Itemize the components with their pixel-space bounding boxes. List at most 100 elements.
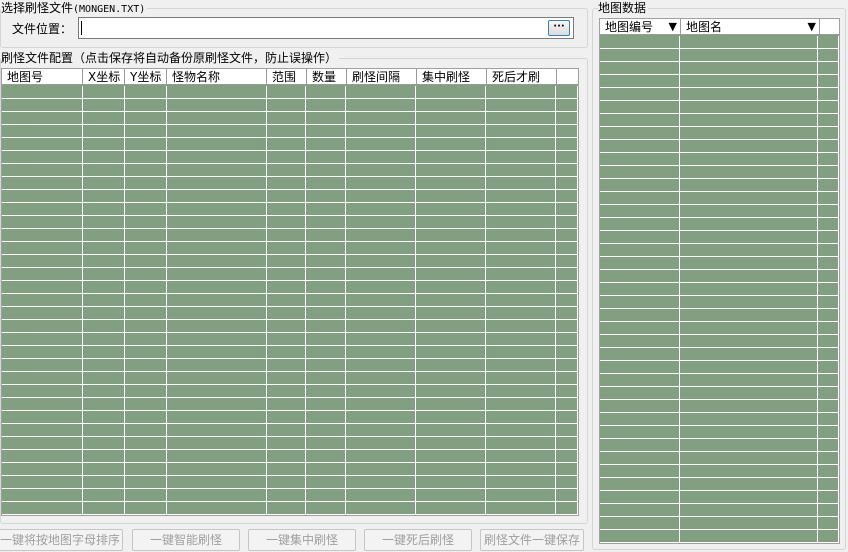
table-cell[interactable] xyxy=(83,489,125,501)
table-cell[interactable] xyxy=(83,385,125,397)
table-cell[interactable] xyxy=(600,127,681,139)
table-cell[interactable] xyxy=(556,320,578,332)
table-cell[interactable] xyxy=(125,203,167,215)
table-cell[interactable] xyxy=(306,268,347,280)
table-row[interactable] xyxy=(600,88,839,101)
table-cell[interactable] xyxy=(306,112,347,124)
table-cell[interactable] xyxy=(556,281,578,293)
table-cell[interactable] xyxy=(2,333,83,345)
table-cell[interactable] xyxy=(125,255,167,267)
table-row[interactable] xyxy=(2,359,578,372)
table-cell[interactable] xyxy=(346,502,417,514)
table-cell[interactable] xyxy=(818,218,839,230)
table-cell[interactable] xyxy=(167,138,267,150)
table-row[interactable] xyxy=(2,502,578,515)
table-cell[interactable] xyxy=(556,346,578,358)
table-cell[interactable] xyxy=(600,192,681,204)
table-cell[interactable] xyxy=(2,411,83,423)
table-cell[interactable] xyxy=(818,257,839,269)
table-cell[interactable] xyxy=(680,75,819,87)
save-file-button[interactable]: 刷怪文件一键保存 xyxy=(480,529,584,551)
table-cell[interactable] xyxy=(346,411,417,423)
table-cell[interactable] xyxy=(267,463,307,475)
table-cell[interactable] xyxy=(486,229,557,241)
table-row[interactable] xyxy=(2,398,578,411)
table-cell[interactable] xyxy=(416,359,487,371)
table-cell[interactable] xyxy=(486,346,557,358)
table-cell[interactable] xyxy=(125,320,167,332)
table-cell[interactable] xyxy=(416,424,487,436)
table-cell[interactable] xyxy=(600,374,681,386)
table-row[interactable] xyxy=(2,294,578,307)
table-cell[interactable] xyxy=(818,192,839,204)
table-row[interactable] xyxy=(2,164,578,177)
table-cell[interactable] xyxy=(2,281,83,293)
file-location-input[interactable]: ··· xyxy=(78,17,574,39)
table-cell[interactable] xyxy=(125,151,167,163)
table-cell[interactable] xyxy=(267,281,307,293)
table-cell[interactable] xyxy=(167,151,267,163)
table-cell[interactable] xyxy=(125,294,167,306)
table-cell[interactable] xyxy=(556,411,578,423)
table-cell[interactable] xyxy=(2,437,83,449)
table-cell[interactable] xyxy=(486,112,557,124)
table-row[interactable] xyxy=(2,385,578,398)
table-cell[interactable] xyxy=(818,101,839,113)
table-cell[interactable] xyxy=(818,413,839,425)
table-row[interactable] xyxy=(2,125,578,138)
table-cell[interactable] xyxy=(83,203,125,215)
table-cell[interactable] xyxy=(416,138,487,150)
table-cell[interactable] xyxy=(306,138,347,150)
table-cell[interactable] xyxy=(83,346,125,358)
table-cell[interactable] xyxy=(600,140,681,152)
table-cell[interactable] xyxy=(346,489,417,501)
table-cell[interactable] xyxy=(556,294,578,306)
table-cell[interactable] xyxy=(83,268,125,280)
table-cell[interactable] xyxy=(125,502,167,514)
table-cell[interactable] xyxy=(83,463,125,475)
table-cell[interactable] xyxy=(125,476,167,488)
table-cell[interactable] xyxy=(346,346,417,358)
table-cell[interactable] xyxy=(680,439,819,451)
table-cell[interactable] xyxy=(167,125,267,137)
table-cell[interactable] xyxy=(306,294,347,306)
table-cell[interactable] xyxy=(818,179,839,191)
table-cell[interactable] xyxy=(416,502,487,514)
table-cell[interactable] xyxy=(818,62,839,74)
table-cell[interactable] xyxy=(2,346,83,358)
table-cell[interactable] xyxy=(600,491,681,503)
table-cell[interactable] xyxy=(125,411,167,423)
table-cell[interactable] xyxy=(486,164,557,176)
table-cell[interactable] xyxy=(306,229,347,241)
table-cell[interactable] xyxy=(556,359,578,371)
table-cell[interactable] xyxy=(346,177,417,189)
table-cell[interactable] xyxy=(83,164,125,176)
table-row[interactable] xyxy=(600,465,839,478)
table-cell[interactable] xyxy=(83,151,125,163)
table-cell[interactable] xyxy=(600,296,681,308)
table-cell[interactable] xyxy=(486,255,557,267)
table-cell[interactable] xyxy=(306,450,347,462)
table-cell[interactable] xyxy=(167,476,267,488)
column-header[interactable]: 集中刷怪 xyxy=(417,69,487,85)
table-cell[interactable] xyxy=(600,283,681,295)
table-cell[interactable] xyxy=(306,151,347,163)
column-header[interactable]: 刷怪间隔 xyxy=(347,69,417,85)
table-cell[interactable] xyxy=(167,463,267,475)
table-cell[interactable] xyxy=(600,36,681,48)
table-cell[interactable] xyxy=(818,270,839,282)
table-cell[interactable] xyxy=(556,489,578,501)
table-cell[interactable] xyxy=(486,203,557,215)
table-cell[interactable] xyxy=(83,424,125,436)
table-cell[interactable] xyxy=(556,112,578,124)
table-cell[interactable] xyxy=(680,530,819,542)
table-row[interactable] xyxy=(2,333,578,346)
table-cell[interactable] xyxy=(818,140,839,152)
table-cell[interactable] xyxy=(306,333,347,345)
table-cell[interactable] xyxy=(125,346,167,358)
table-cell[interactable] xyxy=(267,164,307,176)
table-cell[interactable] xyxy=(267,320,307,332)
table-cell[interactable] xyxy=(167,320,267,332)
table-cell[interactable] xyxy=(83,307,125,319)
table-cell[interactable] xyxy=(486,86,557,98)
